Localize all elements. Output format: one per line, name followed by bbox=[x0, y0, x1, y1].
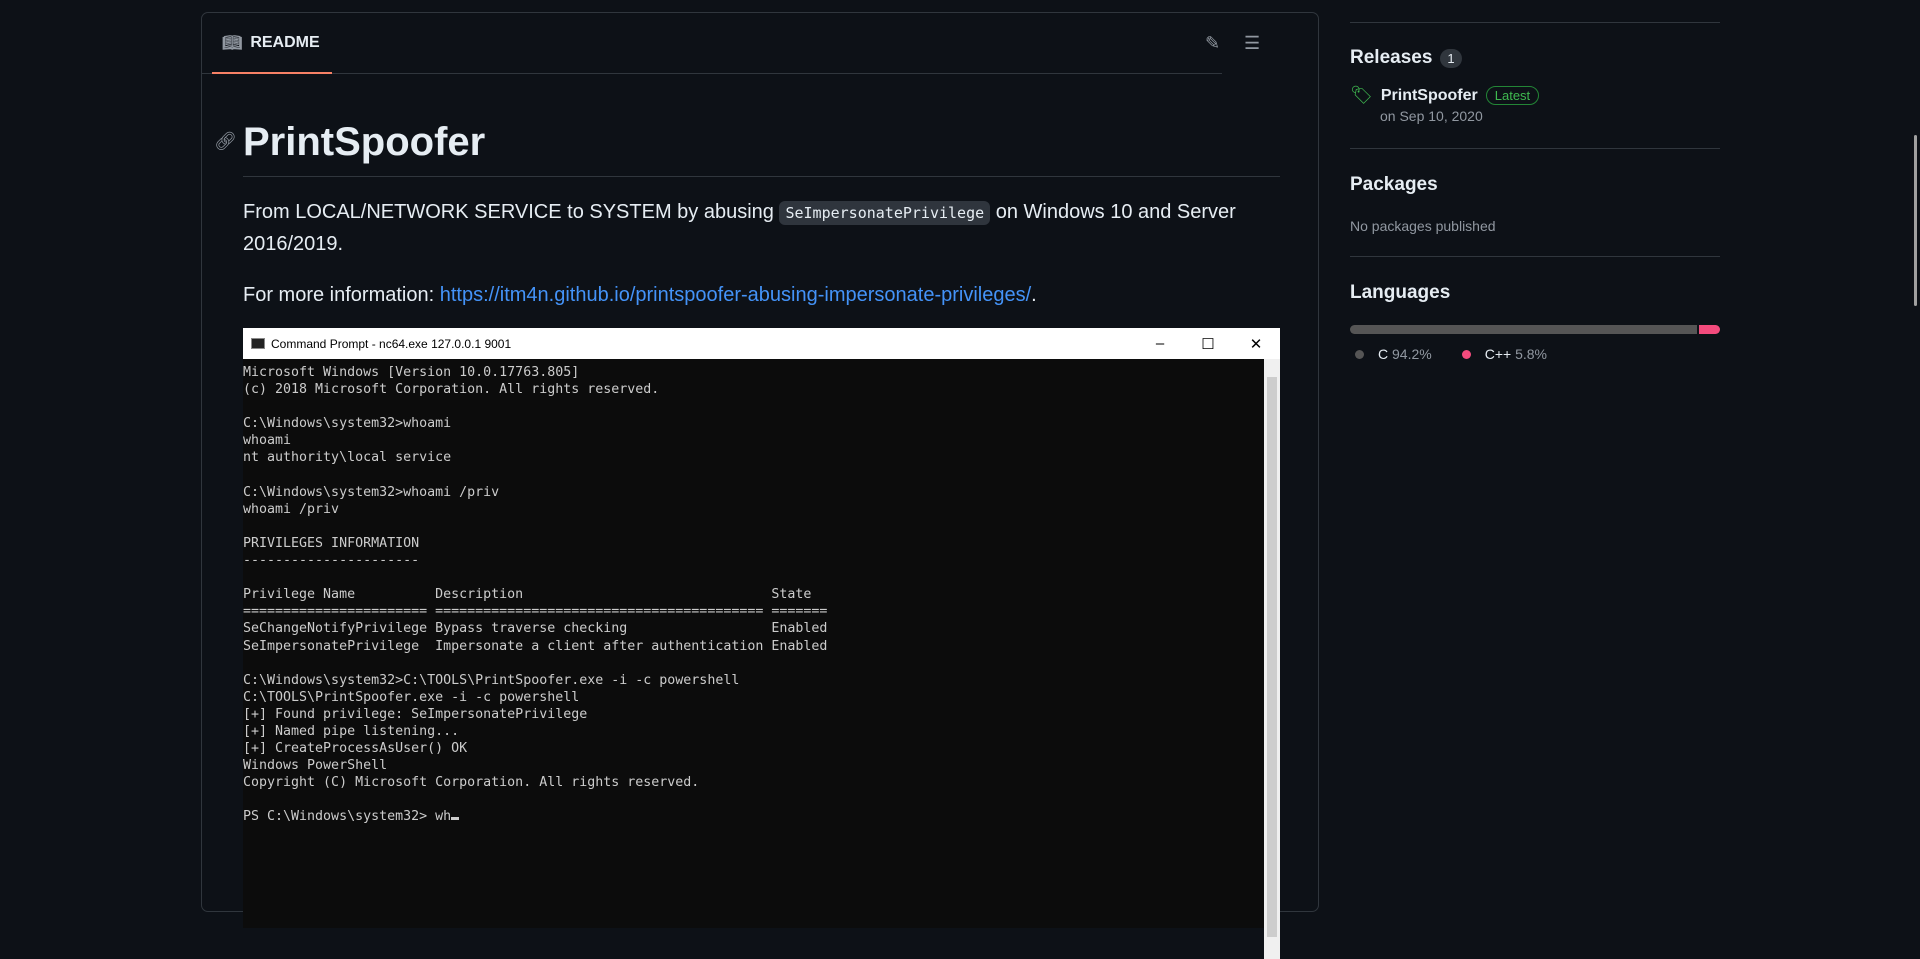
language-segment-c bbox=[1350, 325, 1697, 334]
terminal-output: Microsoft Windows [Version 10.0.17763.80… bbox=[243, 364, 827, 826]
terminal-line: C:\Windows\system32>whoami bbox=[243, 416, 452, 432]
terminal-line: C:\Windows\system32>C:\TOOLS\PrintSpoofe… bbox=[243, 672, 740, 688]
terminal-screenshot: Command Prompt - nc64.exe 127.0.0.1 9001… bbox=[243, 328, 1280, 959]
cmd-icon bbox=[251, 338, 265, 349]
readme-title: PrintSpoofer bbox=[243, 120, 486, 164]
terminal-line: SeChangeNotifyPrivilege Bypass traverse … bbox=[243, 621, 828, 637]
packages-empty: No packages published bbox=[1350, 218, 1496, 234]
close-icon: ✕ bbox=[1249, 335, 1263, 353]
readme-header: 📖︎ README bbox=[202, 13, 1222, 74]
language-bar bbox=[1350, 325, 1720, 334]
packages-heading[interactable]: Packages bbox=[1350, 174, 1720, 196]
language-dot bbox=[1355, 350, 1364, 359]
terminal-line: Microsoft Windows [Version 10.0.17763.80… bbox=[243, 365, 580, 380]
terminal-line: [+] CreateProcessAsUser() OK bbox=[243, 741, 468, 757]
page-scrollbar[interactable] bbox=[1914, 135, 1917, 306]
terminal-cursor bbox=[451, 817, 460, 821]
outline-list-icon[interactable]: ☰ bbox=[1244, 33, 1260, 54]
divider bbox=[243, 176, 1280, 177]
terminal-prompt: PS C:\Windows\system32> wh bbox=[243, 808, 827, 825]
link-icon[interactable]: 🔗︎ bbox=[214, 131, 237, 152]
language-legend: C 94.2% C++ 5.8% bbox=[1350, 346, 1720, 362]
release-item[interactable]: 🏷︎ PrintSpoofer Latest bbox=[1350, 85, 1720, 106]
terminal-line: C:\Windows\system32>whoami /priv bbox=[243, 484, 500, 500]
minimize-icon: – bbox=[1155, 334, 1165, 352]
window-titlebar: Command Prompt - nc64.exe 127.0.0.1 9001… bbox=[243, 328, 1280, 359]
terminal-line: nt authority\local service bbox=[243, 450, 452, 466]
terminal-line: whoami /priv bbox=[243, 501, 340, 517]
terminal-scrollbar bbox=[1264, 359, 1280, 959]
edit-pencil-icon[interactable]: ✎ bbox=[1205, 33, 1220, 54]
book-icon: 📖︎ bbox=[222, 34, 243, 52]
blog-link[interactable]: https://itm4n.github.io/printspoofer-abu… bbox=[440, 284, 1031, 306]
terminal-line: (c) 2018 Microsoft Corporation. All righ… bbox=[243, 382, 660, 398]
latest-badge: Latest bbox=[1485, 86, 1540, 105]
terminal-line: whoami bbox=[243, 433, 292, 449]
inline-code: SeImpersonatePrivilege bbox=[779, 201, 991, 225]
terminal-line: C:\TOOLS\PrintSpoofer.exe -i -c powershe… bbox=[243, 689, 580, 705]
terminal-line: Copyright (C) Microsoft Corporation. All… bbox=[243, 775, 700, 791]
maximize-icon: ☐ bbox=[1201, 335, 1215, 353]
language-dot bbox=[1461, 350, 1471, 359]
language-segment-cpp bbox=[1698, 325, 1720, 334]
terminal-line: ---------------------- bbox=[243, 553, 420, 569]
release-date: on Sep 10, 2020 bbox=[1380, 108, 1483, 124]
language-item[interactable]: C++ 5.8% bbox=[1461, 346, 1547, 362]
language-item[interactable]: C 94.2% bbox=[1355, 346, 1432, 362]
terminal-line: SeImpersonatePrivilege Impersonate a cli… bbox=[243, 638, 828, 654]
releases-heading[interactable]: Releases 1 bbox=[1350, 47, 1720, 69]
terminal-line: ======================= ================… bbox=[243, 604, 828, 620]
terminal-line: Privilege Name Description State bbox=[243, 587, 812, 603]
terminal-line: PRIVILEGES INFORMATION bbox=[243, 535, 420, 551]
terminal-line: [+] Found privilege: SeImpersonatePrivil… bbox=[243, 706, 588, 722]
readme-box: 📖︎ README ✎ ☰ 🔗︎ PrintSpoofer From LOCAL/… bbox=[201, 12, 1319, 959]
languages-heading: Languages bbox=[1350, 282, 1451, 303]
terminal-line: [+] Named pipe listening... bbox=[243, 723, 460, 739]
tab-readme[interactable]: 📖︎ README bbox=[212, 13, 332, 74]
intro-paragraph: From LOCAL/NETWORK SERVICE to SYSTEM by … bbox=[243, 201, 1236, 255]
more-info-paragraph: For more information: https://itm4n.gith… bbox=[243, 284, 1037, 306]
sidebar: Releases 1 🏷︎ PrintSpoofer Latest on Sep … bbox=[1350, 22, 1720, 362]
terminal-line: Windows PowerShell bbox=[243, 758, 388, 774]
tag-icon: 🏷︎ bbox=[1350, 85, 1373, 105]
releases-count: 1 bbox=[1440, 48, 1462, 68]
